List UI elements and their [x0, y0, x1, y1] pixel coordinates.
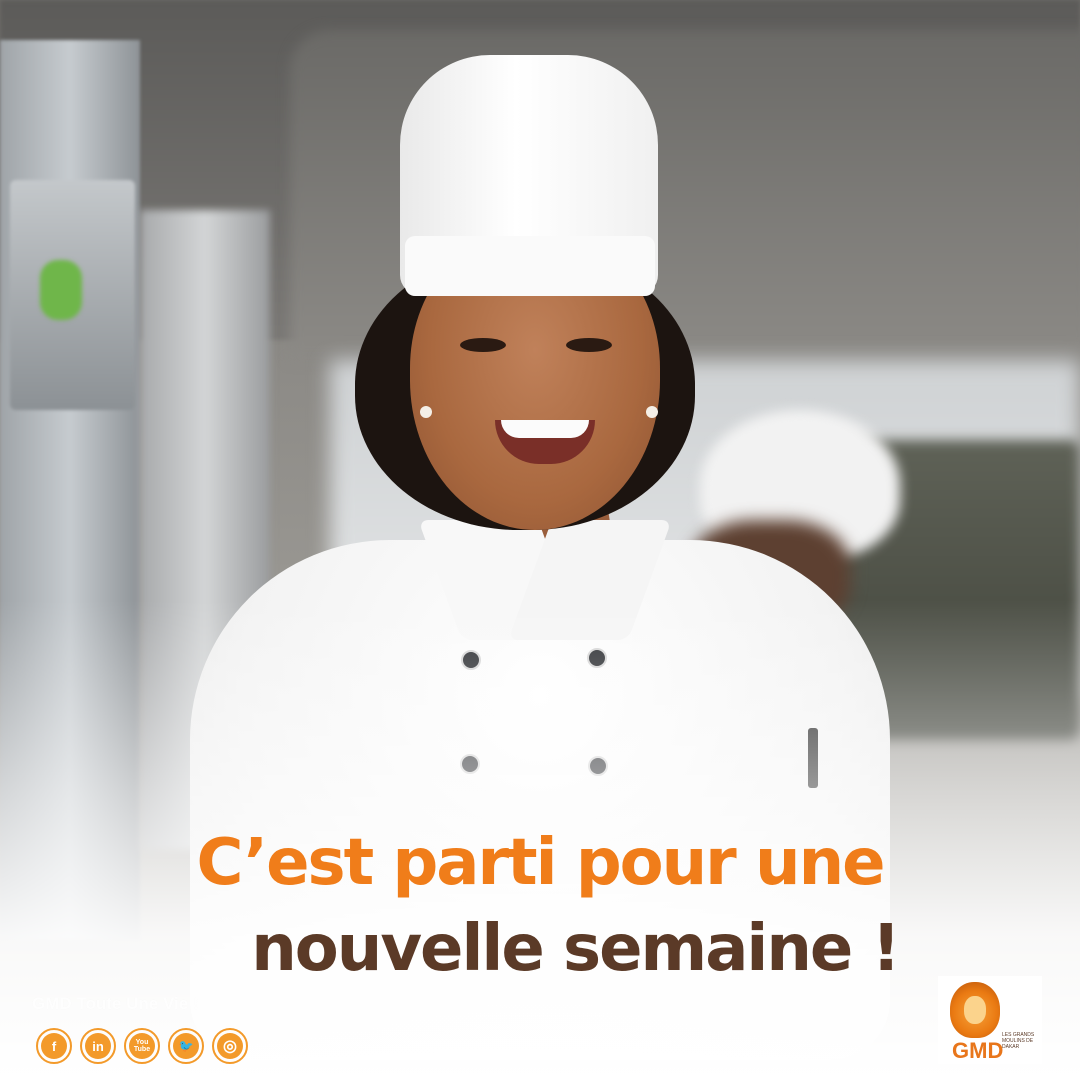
headline: C’est parti pour une nouvelle semaine ! — [0, 820, 1080, 992]
linkedin-glyph: in — [85, 1033, 111, 1059]
headline-line-1: C’est parti pour une — [196, 826, 885, 900]
social-links: f in You Tube 🐦 ◎ — [36, 1028, 248, 1064]
post-canvas: C’est parti pour une nouvelle semaine ! … — [0, 0, 1080, 1080]
logo-wordmark: GMD — [952, 1038, 1004, 1063]
lion-face — [964, 996, 986, 1024]
twitter-glyph: 🐦 — [173, 1033, 199, 1059]
linkedin-icon[interactable]: in — [80, 1028, 116, 1064]
headline-line-2: nouvelle semaine ! — [251, 912, 901, 986]
chef-eye-left — [460, 338, 506, 352]
earring-left — [420, 406, 432, 418]
facebook-glyph: f — [41, 1033, 67, 1059]
fridge-display — [40, 260, 82, 320]
chef-hat-band — [405, 236, 655, 296]
brand-tagline: GMD Toute Une Vie ! — [32, 994, 199, 1013]
instagram-icon[interactable]: ◎ — [212, 1028, 248, 1064]
chef-eye-right — [566, 338, 612, 352]
youtube-icon[interactable]: You Tube — [124, 1028, 160, 1064]
gmd-logo: GMD Les Grands Moulins de Dakar — [938, 976, 1042, 1064]
youtube-glyph: You Tube — [129, 1033, 155, 1059]
logo-subtext: Les Grands Moulins de Dakar — [1002, 1032, 1035, 1050]
earring-right — [646, 406, 658, 418]
instagram-glyph: ◎ — [217, 1033, 243, 1059]
twitter-icon[interactable]: 🐦 — [168, 1028, 204, 1064]
facebook-icon[interactable]: f — [36, 1028, 72, 1064]
lion-icon — [950, 982, 1000, 1038]
